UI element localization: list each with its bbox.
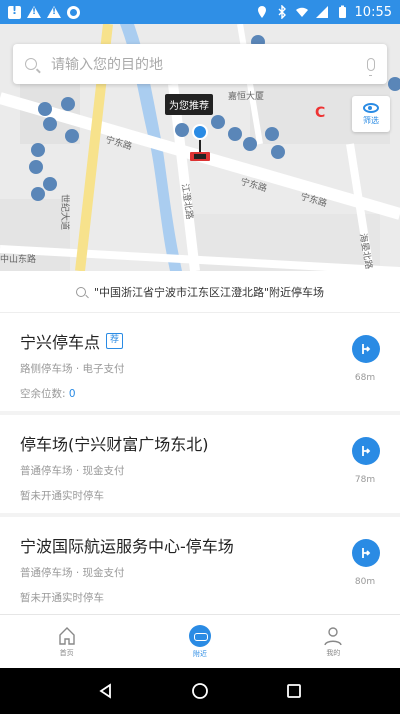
clock: 10:55 — [354, 4, 392, 20]
home-circle-icon[interactable] — [191, 682, 209, 700]
search-icon — [75, 286, 86, 297]
signal-icon — [315, 6, 328, 18]
search-icon — [25, 58, 37, 70]
parking-availability: 暂未开通实时停车 — [20, 592, 104, 604]
parking-tags: 普通停车场 · 现金支付 — [20, 465, 125, 477]
tab-nearby-label: 附近 — [192, 649, 207, 658]
parking-name: 停车场(宁兴财富广场东北) — [20, 435, 209, 454]
navigate-icon — [362, 446, 371, 456]
tab-profile[interactable]: 我的 — [267, 615, 400, 668]
road-label: 中山东路 — [0, 253, 36, 265]
filter-button[interactable]: 筛选 — [352, 96, 390, 132]
wifi-icon — [295, 7, 308, 17]
system-nav-bar — [0, 668, 400, 714]
poi-label: 嘉恒大厦 — [228, 90, 264, 102]
recommend-tooltip: 为您推荐 — [165, 94, 213, 115]
parking-list-item[interactable]: 宁兴停车点 荐 路侧停车场 · 电子支付 空余位数: 0 68m — [0, 313, 400, 415]
location-icon — [257, 6, 266, 18]
home-icon — [58, 626, 75, 645]
nearby-location-text: "中国浙江省宁波市江东区江澄北路"附近停车场 — [93, 285, 325, 299]
microphone-icon[interactable] — [367, 57, 375, 76]
search-placeholder: 请输入您的目的地 — [51, 57, 163, 73]
destination-search-input[interactable]: 请输入您的目的地 — [13, 44, 387, 84]
status-bar: 10:55 — [0, 0, 400, 24]
navigate-button[interactable] — [352, 539, 380, 567]
parking-distance: 80m — [354, 577, 376, 587]
sync-icon — [67, 5, 80, 19]
parking-name: 宁波国际航运服务中心-停车场 — [20, 537, 234, 556]
back-icon[interactable] — [98, 683, 114, 699]
parking-availability: 空余位数: 0 — [20, 388, 76, 400]
warning-icon — [47, 6, 61, 18]
svg-text:C: C — [315, 105, 325, 121]
navigate-icon — [362, 548, 371, 558]
parking-distance: 68m — [354, 373, 376, 383]
bluetooth-icon — [278, 5, 286, 19]
nearby-location-banner[interactable]: "中国浙江省宁波市江东区江澄北路"附近停车场 — [0, 271, 400, 313]
tab-home[interactable]: 首页 — [0, 615, 133, 668]
parking-availability: 暂未开通实时停车 — [20, 490, 104, 502]
notification-alert-icon — [8, 4, 21, 19]
tab-nearby[interactable]: 附近 — [133, 615, 266, 668]
tab-profile-label: 我的 — [326, 648, 341, 657]
bottom-tab-bar: 首页 附近 我的 — [0, 614, 400, 668]
parking-icon — [188, 624, 211, 647]
warning-icon — [27, 6, 41, 18]
recent-apps-icon[interactable] — [286, 683, 302, 699]
parking-list-item[interactable]: 停车场(宁兴财富广场东北) 普通停车场 · 现金支付 暂未开通实时停车 78m — [0, 415, 400, 517]
navigate-icon — [362, 344, 371, 354]
parking-list: 宁兴停车点 荐 路侧停车场 · 电子支付 空余位数: 0 68m 停车场(宁兴财… — [0, 313, 400, 619]
filter-label: 筛选 — [363, 115, 379, 125]
eye-icon — [363, 102, 379, 113]
person-icon — [324, 626, 342, 645]
tab-home-label: 首页 — [59, 648, 74, 657]
battery-icon — [338, 5, 346, 18]
navigate-button[interactable] — [352, 437, 380, 465]
road-label: 世纪大道 — [59, 194, 71, 230]
parking-name: 宁兴停车点 — [20, 333, 101, 352]
parking-tags: 普通停车场 · 现金支付 — [20, 567, 125, 579]
navigate-button[interactable] — [352, 335, 380, 363]
parking-distance: 78m — [354, 475, 376, 485]
parking-tags: 路侧停车场 · 电子支付 — [20, 363, 125, 375]
parking-list-item[interactable]: 宁波国际航运服务中心-停车场 普通停车场 · 现金支付 暂未开通实时停车 80m — [0, 517, 400, 619]
recommend-badge: 荐 — [106, 333, 124, 349]
